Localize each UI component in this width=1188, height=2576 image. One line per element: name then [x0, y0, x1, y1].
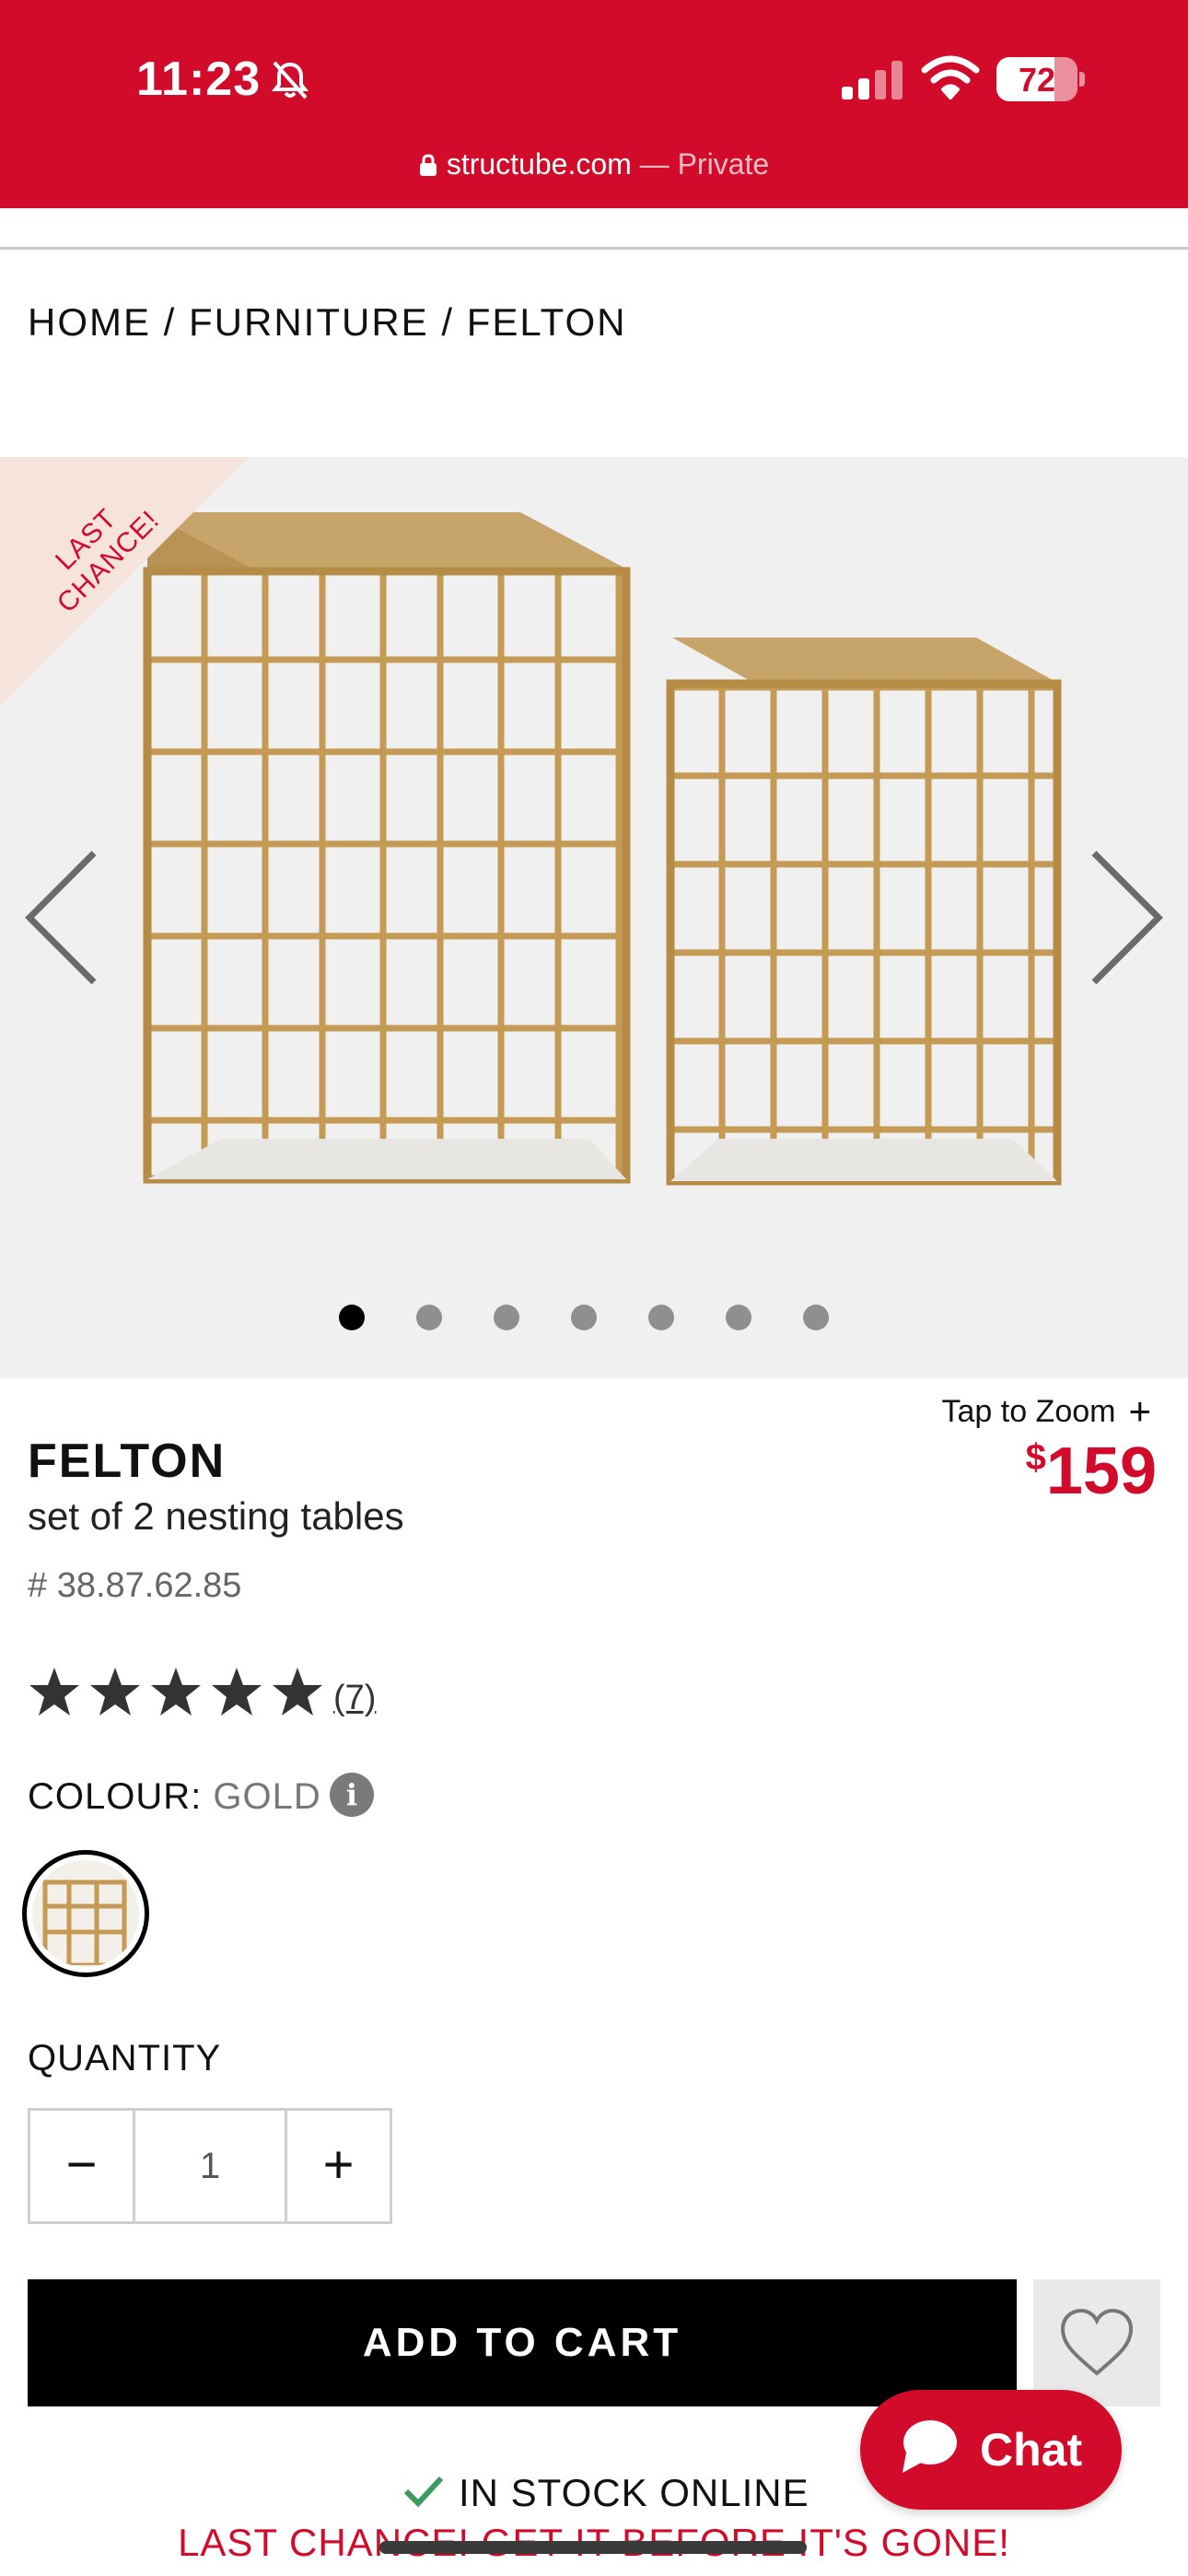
home-indicator — [379, 2541, 807, 2554]
star-icon — [29, 1668, 79, 1715]
gallery-dot-1[interactable] — [339, 1305, 365, 1330]
star-icon — [90, 1668, 140, 1715]
gallery-pagination — [0, 1305, 1188, 1332]
lock-icon — [419, 154, 437, 176]
tap-to-zoom[interactable]: Tap to Zoom + — [941, 1389, 1151, 1434]
gallery-dot-7[interactable] — [803, 1305, 829, 1330]
heart-icon — [1060, 2308, 1134, 2376]
browser-top-bar: 11:23 72 structube.com — Private — [0, 0, 1188, 208]
address-private-mode: — Private — [631, 147, 770, 181]
chat-button[interactable]: Chat — [860, 2390, 1122, 2510]
product-price: $159 — [1026, 1434, 1157, 1509]
address-domain: structube.com — [446, 147, 632, 181]
zoom-plus-icon: + — [1128, 1389, 1151, 1433]
price-currency: $ — [1025, 1437, 1046, 1478]
star-icon — [212, 1668, 262, 1715]
chevron-right-icon[interactable] — [1077, 844, 1170, 991]
quantity-decrease-button[interactable]: − — [30, 2111, 135, 2221]
gallery-dot-6[interactable] — [726, 1305, 751, 1330]
product-gallery[interactable]: LAST CHANCE! — [0, 457, 1188, 1378]
info-icon[interactable]: i — [330, 1773, 374, 1817]
breadcrumb-furniture[interactable]: FURNITURE — [189, 300, 429, 344]
chevron-left-icon[interactable] — [18, 844, 111, 991]
quantity-label: QUANTITY — [28, 2038, 222, 2078]
colour-swatch-gold[interactable] — [22, 1850, 149, 1977]
colour-value: GOLD — [213, 1776, 321, 1817]
rating-stars[interactable] — [28, 1666, 332, 1730]
wishlist-button[interactable] — [1033, 2279, 1160, 2406]
gallery-dot-4[interactable] — [571, 1305, 597, 1330]
gallery-dot-3[interactable] — [494, 1305, 519, 1330]
breadcrumb-separator: / — [441, 300, 455, 344]
swatch-thumbnail — [42, 1879, 127, 1967]
wifi-icon — [921, 55, 980, 100]
quantity-stepper: − 1 + — [28, 2108, 392, 2224]
zoom-label: Tap to Zoom — [941, 1394, 1116, 1429]
gallery-dot-5[interactable] — [648, 1305, 674, 1330]
review-count-link[interactable]: (7) — [333, 1679, 376, 1718]
chat-label: Chat — [980, 2424, 1083, 2476]
quantity-value[interactable]: 1 — [138, 2111, 282, 2221]
breadcrumb-home[interactable]: HOME — [28, 300, 151, 344]
price-amount: 159 — [1045, 1434, 1157, 1508]
signal-icon — [842, 61, 903, 100]
colour-label: COLOUR: GOLD — [28, 1776, 321, 1818]
stock-status: IN STOCK ONLINE — [403, 2471, 809, 2515]
gallery-dot-2[interactable] — [416, 1305, 442, 1330]
product-description: set of 2 nesting tables — [28, 1494, 404, 1538]
checkmark-icon — [403, 2476, 444, 2508]
address-bar[interactable]: structube.com — Private — [0, 147, 1188, 181]
bell-slash-icon — [271, 61, 309, 100]
stock-status-text: IN STOCK ONLINE — [459, 2471, 809, 2514]
breadcrumb-separator: / — [163, 300, 177, 344]
battery-icon: 72 — [996, 57, 1085, 101]
star-icon — [151, 1668, 201, 1715]
colour-label-text: COLOUR: — [28, 1776, 203, 1817]
add-to-cart-button[interactable]: ADD TO CART — [28, 2279, 1017, 2406]
battery-level: 72 — [1018, 61, 1056, 99]
product-name: FELTON — [28, 1434, 227, 1488]
chat-bubble-icon — [903, 2420, 957, 2473]
header-divider — [0, 247, 1188, 250]
breadcrumb: HOME / FURNITURE / FELTON — [28, 300, 627, 345]
status-time: 11:23 — [136, 53, 262, 106]
star-icon — [273, 1668, 322, 1715]
product-sku: # 38.87.62.85 — [28, 1566, 242, 1605]
breadcrumb-felton[interactable]: FELTON — [467, 300, 627, 344]
quantity-increase-button[interactable]: + — [285, 2111, 390, 2221]
